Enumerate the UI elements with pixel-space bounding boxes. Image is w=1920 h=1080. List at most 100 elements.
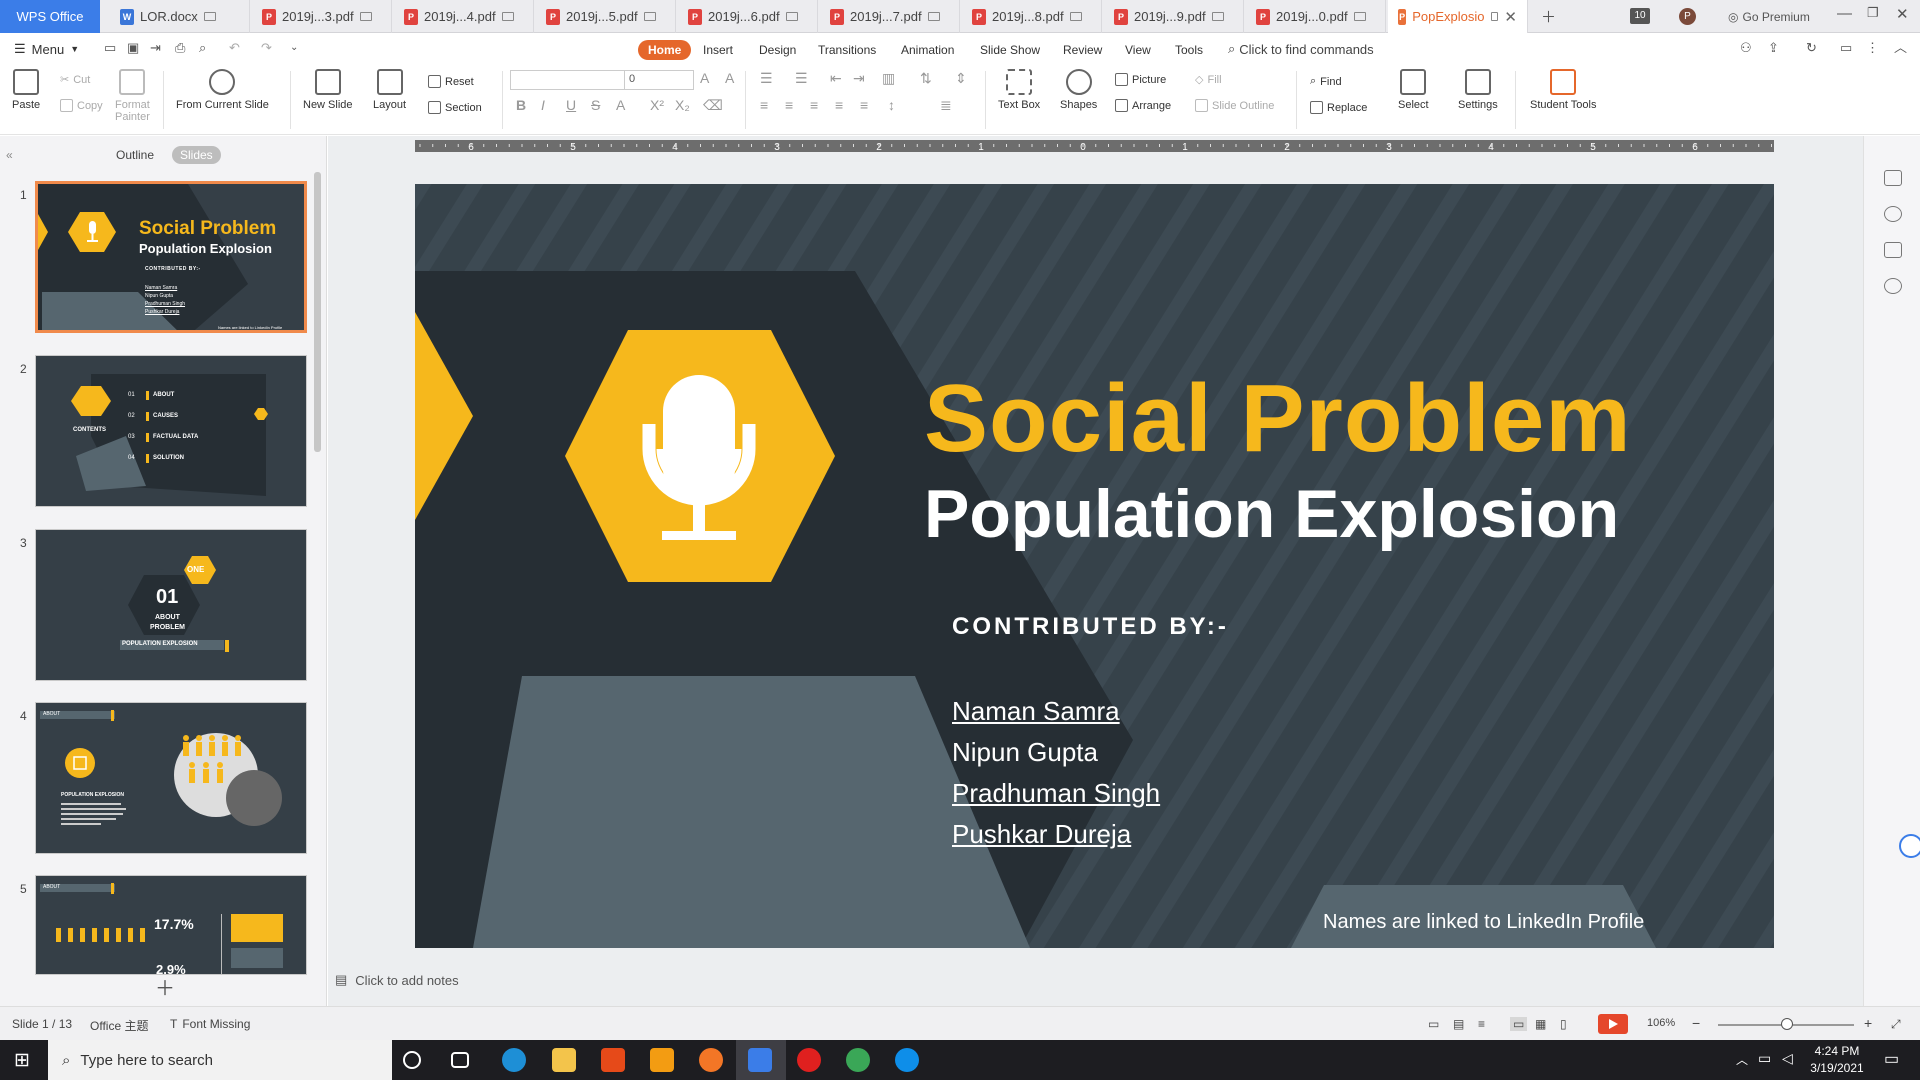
slide-thumbnail-1[interactable]: Social Problem Population Explosion CONT…: [35, 181, 307, 333]
close-window-icon[interactable]: ✕: [1896, 5, 1909, 23]
animation-pane-icon[interactable]: [1884, 206, 1902, 222]
close-tab-icon[interactable]: ✕: [1504, 8, 1517, 26]
tab-pdf-3[interactable]: P 2019j...3.pdf: [252, 0, 392, 33]
contributor-link-pradhuman[interactable]: Pradhuman Singh: [952, 778, 1160, 809]
tab-pdf-4[interactable]: P 2019j...4.pdf: [394, 0, 534, 33]
theme-name[interactable]: Office 主题: [90, 1017, 148, 1034]
shapes-button[interactable]: Shapes: [1060, 69, 1097, 111]
cut-button[interactable]: ✂ Cut: [60, 73, 90, 87]
align-center-icon[interactable]: ≡: [785, 97, 793, 113]
network-icon[interactable]: ▭: [1758, 1050, 1771, 1067]
print-icon[interactable]: ⎙: [175, 41, 189, 55]
sublime-text-icon[interactable]: [650, 1048, 674, 1072]
layout-button[interactable]: Layout: [373, 69, 406, 111]
history-icon[interactable]: ↻: [1806, 41, 1820, 55]
section-button[interactable]: Section: [428, 101, 482, 114]
object-properties-icon[interactable]: [1884, 170, 1902, 186]
jupyter-icon[interactable]: [699, 1048, 723, 1072]
columns-icon[interactable]: ▥: [882, 70, 895, 87]
picture-button[interactable]: Picture: [1115, 73, 1166, 86]
save-icon[interactable]: ▣: [127, 41, 141, 55]
tab-lor-docx[interactable]: W LOR.docx: [110, 0, 250, 33]
slide-thumbnail-5[interactable]: ABOUT 17.7% 2.9%: [35, 875, 307, 975]
superscript-icon[interactable]: X²: [650, 97, 664, 113]
tab-design[interactable]: Design: [749, 40, 806, 60]
slide-sorter-icon[interactable]: ▦: [1535, 1017, 1546, 1031]
tab-pdf-8[interactable]: P 2019j...8.pdf: [962, 0, 1102, 33]
minimize-icon[interactable]: —: [1837, 5, 1852, 22]
contributor-link-pushkar[interactable]: Pushkar Dureja: [952, 819, 1131, 850]
normal-view-icon[interactable]: ▭: [1510, 1017, 1528, 1031]
strikethrough-icon[interactable]: S: [591, 97, 600, 113]
play-slideshow-button[interactable]: [1598, 1014, 1628, 1034]
copy-button[interactable]: Copy: [60, 99, 103, 112]
tab-pdf-5[interactable]: P 2019j...5.pdf: [536, 0, 676, 33]
zoom-level[interactable]: 106%: [1647, 1017, 1675, 1029]
slide-title[interactable]: Social Problem: [924, 364, 1632, 474]
collapse-ribbon-icon[interactable]: ︿: [1894, 41, 1908, 55]
add-slide-plus-icon[interactable]: ＋: [155, 972, 175, 1001]
align-right-icon[interactable]: ≡: [810, 97, 818, 113]
italic-icon[interactable]: I: [541, 97, 545, 113]
opera-browser-icon[interactable]: [797, 1048, 821, 1072]
distribute-icon[interactable]: ≡: [860, 97, 868, 113]
from-current-slide-button[interactable]: From Current Slide: [176, 69, 269, 111]
windows-start-icon[interactable]: ⊞: [14, 1049, 30, 1072]
linkedin-footnote[interactable]: Names are linked to LinkedIn Profile: [1323, 911, 1644, 934]
slide-outline-button[interactable]: Slide Outline: [1195, 99, 1274, 112]
font-color-icon[interactable]: A: [616, 97, 625, 113]
tab-insert[interactable]: Insert: [693, 40, 743, 60]
edge-browser-icon[interactable]: [502, 1048, 526, 1072]
font-size-select[interactable]: 0: [624, 70, 694, 90]
print-preview-icon[interactable]: ⌕: [199, 41, 213, 55]
arrange-button[interactable]: Arrange: [1115, 99, 1171, 112]
slide-thumbnail-3[interactable]: ONE 01 ABOUT PROBLEM POPULATION EXPLOSIO…: [35, 529, 307, 681]
wps-writer-icon[interactable]: [748, 1048, 772, 1072]
format-painter-button[interactable]: Format Painter: [115, 69, 150, 123]
teamviewer-floating-icon[interactable]: [1899, 834, 1920, 858]
find-commands-search[interactable]: ⌕ Click to find commands: [1228, 41, 1374, 57]
window-count-badge[interactable]: 10: [1630, 8, 1650, 24]
tab-slide-show[interactable]: Slide Show: [970, 40, 1050, 60]
subscript-icon[interactable]: X₂: [675, 97, 690, 113]
comment-icon[interactable]: ▭: [1840, 41, 1854, 55]
replace-button[interactable]: Replace: [1310, 101, 1367, 114]
new-slide-button[interactable]: New Slide: [303, 69, 353, 111]
open-folder-icon[interactable]: ▭: [104, 41, 118, 55]
slide-canvas[interactable]: Social Problem Population Explosion CONT…: [415, 184, 1774, 948]
bullets-icon[interactable]: ☰: [760, 70, 773, 87]
student-tools-button[interactable]: Student Tools: [1530, 69, 1596, 111]
reset-button[interactable]: Reset: [428, 75, 474, 88]
tab-pdf-7[interactable]: P 2019j...7.pdf: [820, 0, 960, 33]
slide-subtitle[interactable]: Population Explosion: [924, 475, 1619, 553]
tab-review[interactable]: Review: [1053, 40, 1112, 60]
taskbar-search-box[interactable]: ⌕ Type here to search: [48, 1040, 392, 1080]
adjust-settings-icon[interactable]: [1884, 242, 1902, 258]
panel-scrollbar[interactable]: [314, 172, 321, 452]
fit-window-icon[interactable]: ⤢: [1891, 1017, 1901, 1032]
vertical-align-icon[interactable]: ⇕: [955, 70, 967, 87]
share-icon[interactable]: ⇪: [1768, 41, 1782, 55]
settings-button[interactable]: Settings: [1458, 69, 1498, 111]
new-tab-plus-icon[interactable]: ＋: [1541, 6, 1556, 27]
bold-icon[interactable]: B: [516, 97, 526, 113]
file-explorer-icon[interactable]: [552, 1048, 576, 1072]
main-menu-button[interactable]: ☰ Menu ▼: [14, 41, 79, 57]
paste-button[interactable]: Paste: [12, 69, 40, 111]
restore-icon[interactable]: ❐: [1867, 5, 1879, 21]
notes-pane[interactable]: ▤ Click to add notes: [335, 972, 459, 988]
tab-animation[interactable]: Animation: [891, 40, 964, 60]
zoom-in-icon[interactable]: +: [1864, 1015, 1872, 1031]
zoom-slider-knob[interactable]: [1781, 1018, 1793, 1030]
clear-format-icon[interactable]: ⌫: [703, 97, 723, 114]
go-premium-button[interactable]: ◎ Go Premium: [1728, 10, 1810, 24]
slide-thumbnail-2[interactable]: CONTENTS 01 ABOUT 02 CAUSES 03 FACTUAL D…: [35, 355, 307, 507]
teamviewer-icon[interactable]: [895, 1048, 919, 1072]
find-button[interactable]: ⌕ Find: [1310, 75, 1342, 88]
tab-view[interactable]: View: [1115, 40, 1161, 60]
font-missing-button[interactable]: T Font Missing: [170, 1017, 250, 1031]
contributed-by-heading[interactable]: CONTRIBUTED BY:-: [952, 613, 1229, 641]
cortana-icon[interactable]: [403, 1051, 421, 1069]
tab-home[interactable]: Home: [638, 40, 692, 60]
office-icon[interactable]: [601, 1048, 625, 1072]
